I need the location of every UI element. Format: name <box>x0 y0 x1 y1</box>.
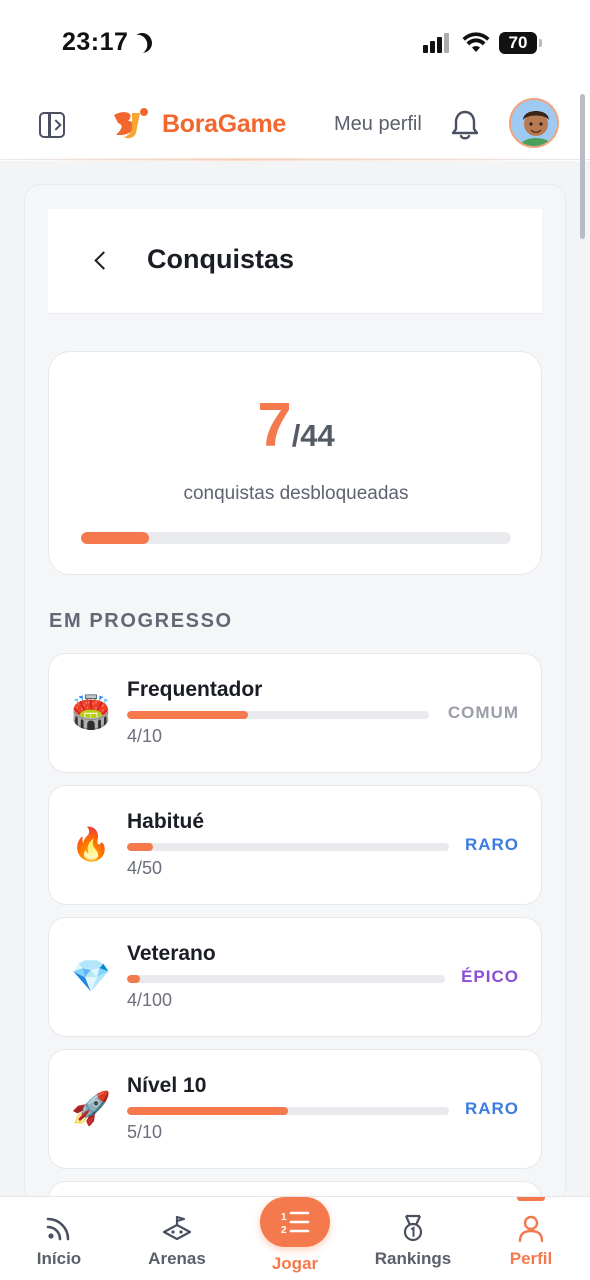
achievement-progress-bar <box>127 975 445 983</box>
play-label[interactable]: Jogar <box>236 1254 354 1274</box>
play-button[interactable]: 1 2 <box>260 1197 330 1247</box>
achievement-rarity: ÉPICO <box>461 967 519 986</box>
unlocked-count: 7 <box>257 391 292 460</box>
wifi-icon <box>462 32 490 52</box>
achievement-card[interactable]: 🏟️ Frequentador 4/10 COMUM <box>48 653 542 773</box>
summary-progress-bar <box>81 532 511 544</box>
achievement-rarity: COMUM <box>447 703 519 722</box>
page-title: Conquistas <box>147 244 295 274</box>
achievement-progress-bar <box>127 1107 449 1115</box>
profile-link[interactable]: Meu perfil <box>334 113 422 136</box>
svg-text:2: 2 <box>281 1225 287 1235</box>
achievements-summary-card: 7/44 conquistas desbloqueadas <box>48 351 542 575</box>
battery-indicator: 70 <box>499 32 542 54</box>
total-count: /44 <box>291 418 335 453</box>
nav-label: Arenas <box>148 1249 206 1268</box>
user-icon <box>518 1215 544 1243</box>
achievement-progress-bar <box>127 843 449 851</box>
achievement-progress-bar <box>127 711 429 719</box>
fire-icon: 🔥 <box>71 826 111 862</box>
nav-arenas[interactable]: Arenas <box>118 1197 236 1280</box>
achievement-progress-fill <box>127 975 140 983</box>
achievement-progress-text: 4/100 <box>127 990 173 1010</box>
achievement-name: Nível 10 <box>127 1074 207 1097</box>
avatar[interactable] <box>509 98 559 148</box>
active-tab-indicator <box>517 1197 545 1201</box>
achievement-name: Veterano <box>127 942 216 965</box>
brand-name: BoraGame <box>162 109 287 138</box>
nav-label: Perfil <box>509 1249 553 1268</box>
achievement-progress-text: 5/10 <box>127 1122 163 1142</box>
sidebar-toggle-icon[interactable] <box>39 112 65 138</box>
arena-icon <box>162 1215 192 1241</box>
achievement-progress-fill <box>127 843 153 851</box>
achievement-card[interactable]: 💎 Veterano 4/100 ÉPICO <box>48 917 542 1037</box>
achievement-progress-fill <box>127 1107 288 1115</box>
achievement-progress-fill <box>127 711 248 719</box>
nav-label: Início <box>36 1249 82 1268</box>
section-title: EM PROGRESSO <box>49 610 233 632</box>
summary-count: 7/44 <box>49 390 543 461</box>
page-header: Conquistas <box>48 209 542 314</box>
cellular-signal-icon <box>423 33 451 53</box>
nav-rankings[interactable]: Rankings <box>354 1197 472 1280</box>
summary-progress-fill <box>81 532 150 544</box>
achievement-progress-text: 4/10 <box>127 726 163 746</box>
nav-label: Rankings <box>374 1249 452 1268</box>
rocket-icon: 🚀 <box>71 1090 111 1126</box>
svg-text:1: 1 <box>281 1212 287 1223</box>
achievement-card[interactable]: 🔥 Habitué 4/50 RARO <box>48 785 542 905</box>
home-feed-icon <box>46 1217 70 1241</box>
nav-perfil[interactable]: Perfil <box>472 1197 590 1280</box>
brand-logo-mark <box>114 108 148 139</box>
status-time: 23:17 <box>62 28 129 56</box>
bell-icon[interactable] <box>450 108 480 142</box>
brand-logo[interactable]: BoraGame <box>110 107 286 141</box>
stadium-icon: 🏟️ <box>71 694 111 730</box>
achievement-rarity: RARO <box>464 835 519 854</box>
back-button[interactable] <box>88 246 118 276</box>
moon-icon <box>129 30 155 56</box>
achievement-card[interactable]: 🚀 Nível 10 5/10 RARO <box>48 1049 542 1169</box>
scrollbar[interactable] <box>580 94 585 239</box>
app-header: BoraGame Meu perfil <box>0 88 590 160</box>
achievement-name: Habitué <box>127 810 205 833</box>
achievement-progress-text: 4/50 <box>127 858 163 878</box>
medal-icon <box>403 1214 423 1242</box>
play-list-icon: 1 2 <box>281 1211 310 1235</box>
gem-icon: 💎 <box>71 958 111 994</box>
nav-inicio[interactable]: Início <box>0 1197 118 1280</box>
status-bar: 23:17 70 <box>0 0 590 88</box>
achievement-name: Frequentador <box>127 678 263 701</box>
achievement-rarity: RARO <box>464 1099 519 1118</box>
summary-label: conquistas desbloqueadas <box>183 483 409 504</box>
avatar-image <box>511 100 557 146</box>
